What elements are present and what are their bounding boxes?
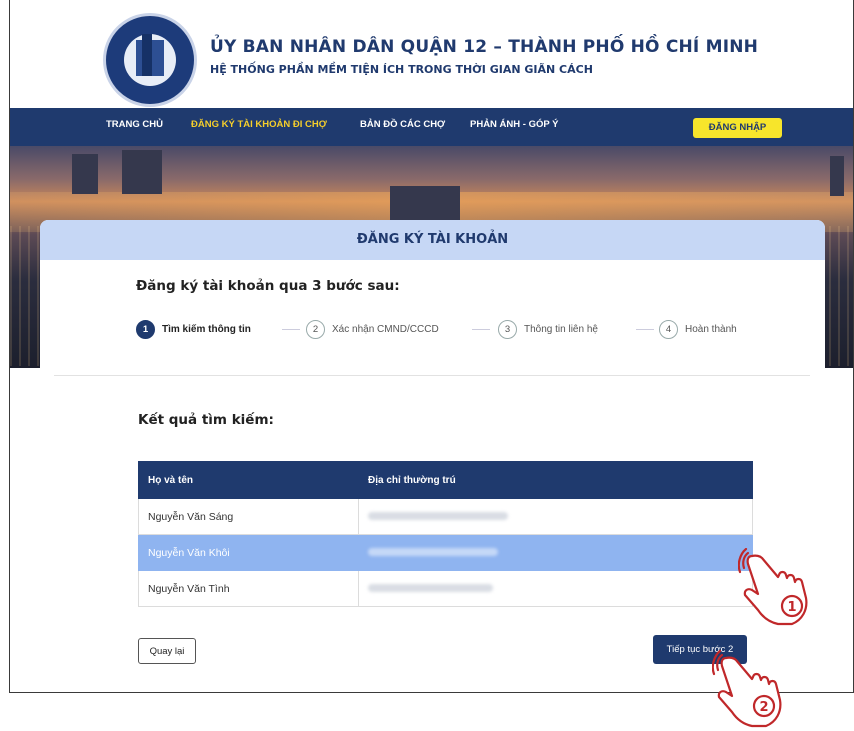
table-header-row: Họ và tên Địa chỉ thường trú bbox=[138, 461, 753, 499]
table-row[interactable]: Nguyễn Văn Sáng bbox=[138, 498, 753, 535]
annotation-label-2: 2 bbox=[759, 700, 768, 715]
nav-item-market-map[interactable]: BẢN ĐỒ CÁC CHỢ bbox=[360, 119, 445, 130]
step-number: 3 bbox=[498, 319, 517, 339]
cell-address-redacted bbox=[358, 534, 753, 571]
main-nav: TRANG CHỦ ĐĂNG KÝ TÀI KHOẢN ĐI CHỢ BẢN Đ… bbox=[10, 108, 853, 146]
step-label: Hoàn thành bbox=[685, 323, 737, 335]
step-connector bbox=[472, 329, 490, 330]
site-subtitle: HỆ THỐNG PHẦN MỀM TIỆN ÍCH TRONG THỜI GI… bbox=[210, 63, 593, 76]
banner-tower bbox=[72, 154, 98, 194]
nav-item-register[interactable]: ĐĂNG KÝ TÀI KHOẢN ĐI CHỢ bbox=[191, 119, 327, 130]
cell-name: Nguyễn Văn Sáng bbox=[138, 498, 359, 535]
browser-frame: ỦY BAN NHÂN DÂN QUẬN 12 – THÀNH PHỐ HỒ C… bbox=[9, 0, 854, 693]
step-connector bbox=[636, 329, 654, 330]
site-title: ỦY BAN NHÂN DÂN QUẬN 12 – THÀNH PHỐ HỒ C… bbox=[210, 37, 759, 57]
column-header-address: Địa chỉ thường trú bbox=[358, 461, 753, 499]
annotation-label-1: 1 bbox=[787, 600, 796, 615]
table-row-selected[interactable]: Nguyễn Văn Khôi bbox=[138, 534, 753, 571]
step-connector bbox=[282, 329, 300, 330]
step-1: 1 Tìm kiếm thông tin bbox=[136, 318, 251, 340]
cell-name: Nguyễn Văn Khôi bbox=[138, 534, 359, 571]
logo-tower bbox=[142, 34, 152, 76]
result-table: Họ và tên Địa chỉ thường trú Nguyễn Văn … bbox=[138, 461, 753, 607]
pointer-hand-icon-2: 2 bbox=[712, 650, 782, 728]
card-heading: ĐĂNG KÝ TÀI KHOẢN bbox=[40, 220, 825, 260]
nav-item-home[interactable]: TRANG CHỦ bbox=[106, 119, 163, 130]
district-logo bbox=[103, 13, 197, 107]
step-number: 2 bbox=[306, 319, 325, 339]
cell-address-redacted bbox=[358, 570, 753, 607]
back-button[interactable]: Quay lại bbox=[138, 638, 196, 664]
site-header: ỦY BAN NHÂN DÂN QUẬN 12 – THÀNH PHỐ HỒ C… bbox=[10, 0, 853, 108]
banner-tower bbox=[830, 156, 844, 196]
section-divider bbox=[54, 375, 810, 376]
steps-title: Đăng ký tài khoản qua 3 bước sau: bbox=[136, 278, 400, 294]
step-label: Xác nhận CMND/CCCD bbox=[332, 323, 439, 335]
login-button[interactable]: ĐĂNG NHẬP bbox=[693, 118, 782, 138]
step-2: 2 Xác nhận CMND/CCCD bbox=[306, 318, 439, 340]
register-card: ĐĂNG KÝ TÀI KHOẢN Đăng ký tài khoản qua … bbox=[40, 220, 825, 692]
banner-tower bbox=[122, 150, 162, 194]
step-4: 4 Hoàn thành bbox=[659, 318, 737, 340]
cell-name: Nguyễn Văn Tình bbox=[138, 570, 359, 607]
step-label: Thông tin liên hệ bbox=[524, 323, 598, 335]
step-number: 1 bbox=[136, 319, 155, 339]
table-row[interactable]: Nguyễn Văn Tình bbox=[138, 570, 753, 607]
step-number: 4 bbox=[659, 319, 678, 339]
column-header-name: Họ và tên bbox=[138, 461, 359, 499]
step-label: Tìm kiếm thông tin bbox=[162, 323, 251, 335]
pointer-hand-icon-1: 1 bbox=[738, 548, 808, 626]
nav-item-feedback[interactable]: PHẢN ÁNH - GÓP Ý bbox=[470, 119, 559, 130]
result-title: Kết quả tìm kiếm: bbox=[138, 412, 274, 428]
cell-address-redacted bbox=[358, 498, 753, 535]
step-3: 3 Thông tin liên hệ bbox=[498, 318, 598, 340]
